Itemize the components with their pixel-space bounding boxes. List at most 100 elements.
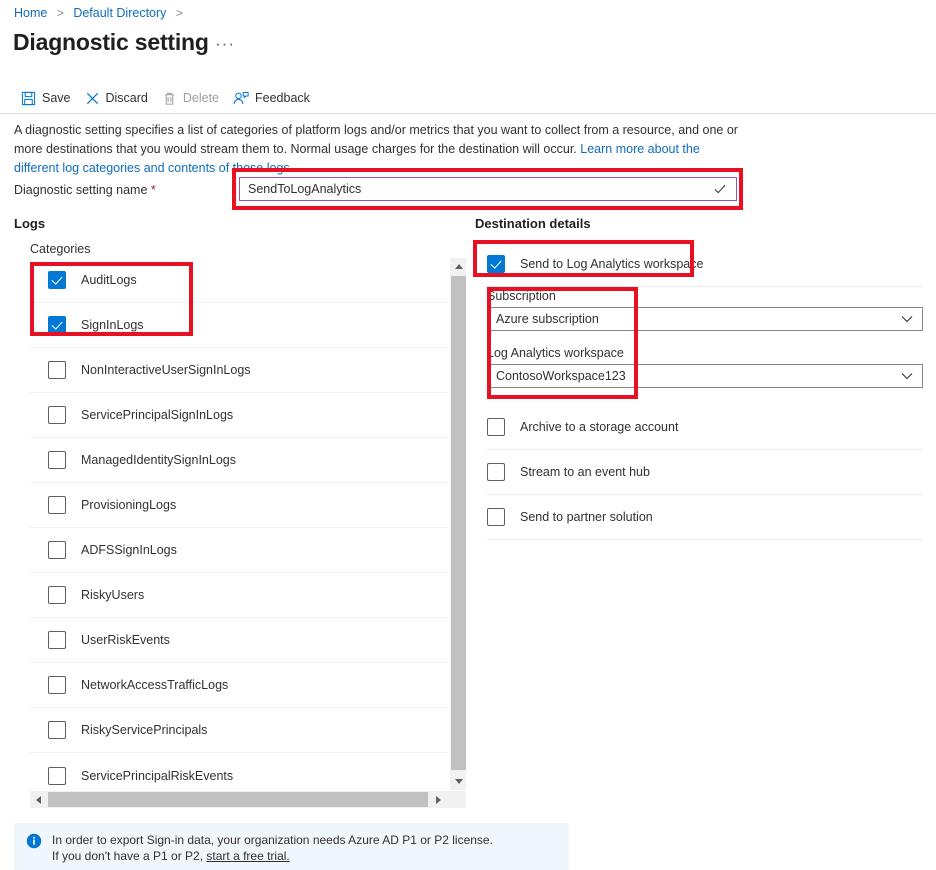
vertical-scrollbar-thumb[interactable] xyxy=(451,276,466,770)
close-icon xyxy=(85,91,100,106)
destination-option-label: Archive to a storage account xyxy=(520,420,679,434)
log-category-label: ServicePrincipalSignInLogs xyxy=(81,408,234,422)
start-free-trial-link[interactable]: start a free trial. xyxy=(206,849,289,863)
log-category-row[interactable]: SignInLogs xyxy=(30,303,448,348)
logs-vertical-scrollbar[interactable] xyxy=(449,258,466,790)
delete-button: Delete xyxy=(157,88,228,109)
log-category-checkbox[interactable] xyxy=(48,271,66,289)
diagnostic-setting-name-label: Diagnostic setting name * xyxy=(14,182,156,198)
log-category-label: NetworkAccessTrafficLogs xyxy=(81,678,229,692)
log-category-row[interactable]: NonInteractiveUserSignInLogs xyxy=(30,348,448,393)
log-category-checkbox[interactable] xyxy=(48,406,66,424)
save-button[interactable]: Save xyxy=(16,88,80,109)
scroll-right-icon[interactable] xyxy=(430,791,447,808)
required-marker: * xyxy=(150,183,156,197)
logs-categories-panel: AuditLogs SignInLogs NonInteractiveUserSig… xyxy=(30,258,466,808)
log-category-checkbox[interactable] xyxy=(48,676,66,694)
person-feedback-icon xyxy=(233,91,249,106)
horizontal-scrollbar-thumb[interactable] xyxy=(48,792,428,807)
delete-label: Delete xyxy=(182,91,220,105)
log-category-row[interactable]: ProvisioningLogs xyxy=(30,483,448,528)
toolbar-divider xyxy=(0,113,936,114)
log-category-checkbox[interactable] xyxy=(48,766,66,785)
logs-section-heading: Logs xyxy=(14,216,46,231)
log-category-row[interactable]: UserRiskEvents xyxy=(30,618,448,663)
log-category-label: NonInteractiveUserSignInLogs xyxy=(81,363,251,377)
destination-log-analytics-row-wrap: Send to Log Analytics workspace xyxy=(487,242,923,287)
info-line-2-prefix: If you don't have a P1 or P2, xyxy=(52,849,207,863)
scrollbar-corner xyxy=(448,791,466,808)
scroll-left-icon[interactable] xyxy=(30,791,47,808)
log-category-label: ServicePrincipalRiskEvents xyxy=(81,768,234,783)
log-category-row[interactable]: AuditLogs xyxy=(30,258,448,303)
command-bar: Save Discard Delete Feedback xyxy=(16,84,319,112)
more-options-icon[interactable]: ··· xyxy=(215,35,235,52)
diagnostic-setting-page: Home > Default Directory > Diagnostic se… xyxy=(0,0,936,870)
log-category-checkbox[interactable] xyxy=(48,631,66,649)
log-category-row[interactable]: ManagedIdentitySignInLogs xyxy=(30,438,448,483)
name-label-text: Diagnostic setting name xyxy=(14,183,148,197)
check-icon xyxy=(713,182,736,196)
breadcrumb-separator-2: > xyxy=(175,6,183,20)
info-banner: In order to export Sign-in data, your or… xyxy=(14,823,569,870)
destination-option-row[interactable]: Send to partner solution xyxy=(487,495,923,540)
destination-option-checkbox[interactable] xyxy=(487,418,505,436)
log-category-checkbox[interactable] xyxy=(48,586,66,604)
log-category-checkbox[interactable] xyxy=(48,721,66,739)
scroll-down-icon[interactable] xyxy=(450,773,467,790)
save-icon xyxy=(21,91,36,106)
breadcrumb-separator: > xyxy=(56,6,64,20)
send-to-log-analytics-row[interactable]: Send to Log Analytics workspace xyxy=(487,242,923,287)
logs-horizontal-scrollbar[interactable] xyxy=(30,791,466,808)
destination-option-label: Send to partner solution xyxy=(520,510,653,524)
scroll-up-icon[interactable] xyxy=(450,258,467,275)
feedback-label: Feedback xyxy=(255,91,310,105)
subscription-dropdown[interactable]: Azure subscription xyxy=(487,307,923,331)
log-category-checkbox[interactable] xyxy=(48,451,66,469)
subscription-label: Subscription xyxy=(487,289,556,303)
log-category-row[interactable]: RiskyUsers xyxy=(30,573,448,618)
destination-option-row[interactable]: Archive to a storage account xyxy=(487,405,923,450)
log-category-label: AuditLogs xyxy=(81,273,137,287)
breadcrumb-item-home[interactable]: Home xyxy=(14,6,47,20)
log-category-row[interactable]: ServicePrincipalSignInLogs xyxy=(30,393,448,438)
diagnostic-setting-name-field[interactable] xyxy=(239,177,737,201)
destination-option-row[interactable]: Stream to an event hub xyxy=(487,450,923,495)
log-category-label: SignInLogs xyxy=(81,318,144,332)
page-title: Diagnostic setting xyxy=(13,29,209,55)
save-label: Save xyxy=(42,91,71,105)
send-to-log-analytics-label: Send to Log Analytics workspace xyxy=(520,257,704,271)
chevron-down-icon xyxy=(901,315,922,323)
discard-button[interactable]: Discard xyxy=(80,88,157,109)
feedback-button[interactable]: Feedback xyxy=(228,88,319,109)
log-category-row[interactable]: ADFSSignInLogs xyxy=(30,528,448,573)
log-category-label: ManagedIdentitySignInLogs xyxy=(81,453,236,467)
destination-option-label: Stream to an event hub xyxy=(520,465,650,479)
log-category-row[interactable]: ServicePrincipalRiskEvents xyxy=(30,753,448,790)
destination-option-checkbox[interactable] xyxy=(487,463,505,481)
description-text: A diagnostic setting specifies a list of… xyxy=(14,121,738,178)
log-category-row[interactable]: RiskyServicePrincipals xyxy=(30,708,448,753)
chevron-down-icon-2 xyxy=(901,372,922,380)
discard-label: Discard xyxy=(105,91,148,105)
log-category-label: RiskyServicePrincipals xyxy=(81,723,208,737)
log-category-checkbox[interactable] xyxy=(48,541,66,559)
breadcrumb-item-default-directory[interactable]: Default Directory xyxy=(73,6,166,20)
log-category-checkbox[interactable] xyxy=(48,496,66,514)
info-line-1: In order to export Sign-in data, your or… xyxy=(52,833,493,847)
log-category-row[interactable]: NetworkAccessTrafficLogs xyxy=(30,663,448,708)
diagnostic-setting-name-input[interactable] xyxy=(240,178,713,200)
log-category-label: UserRiskEvents xyxy=(81,633,170,647)
destination-option-checkbox[interactable] xyxy=(487,508,505,526)
log-analytics-workspace-label: Log Analytics workspace xyxy=(487,346,624,360)
log-analytics-workspace-dropdown[interactable]: ContosoWorkspace123 xyxy=(487,364,923,388)
log-category-label: ProvisioningLogs xyxy=(81,498,177,512)
log-category-checkbox[interactable] xyxy=(48,361,66,379)
log-analytics-fields: Subscription Azure subscription Log Anal… xyxy=(487,288,923,388)
send-to-log-analytics-checkbox[interactable] xyxy=(487,255,505,273)
logs-category-list: AuditLogs SignInLogs NonInteractiveUserSig… xyxy=(30,258,448,790)
log-analytics-workspace-value: ContosoWorkspace123 xyxy=(496,369,626,383)
info-banner-text: In order to export Sign-in data, your or… xyxy=(52,832,493,864)
log-category-checkbox[interactable] xyxy=(48,316,66,334)
log-category-label: ADFSSignInLogs xyxy=(81,543,177,557)
